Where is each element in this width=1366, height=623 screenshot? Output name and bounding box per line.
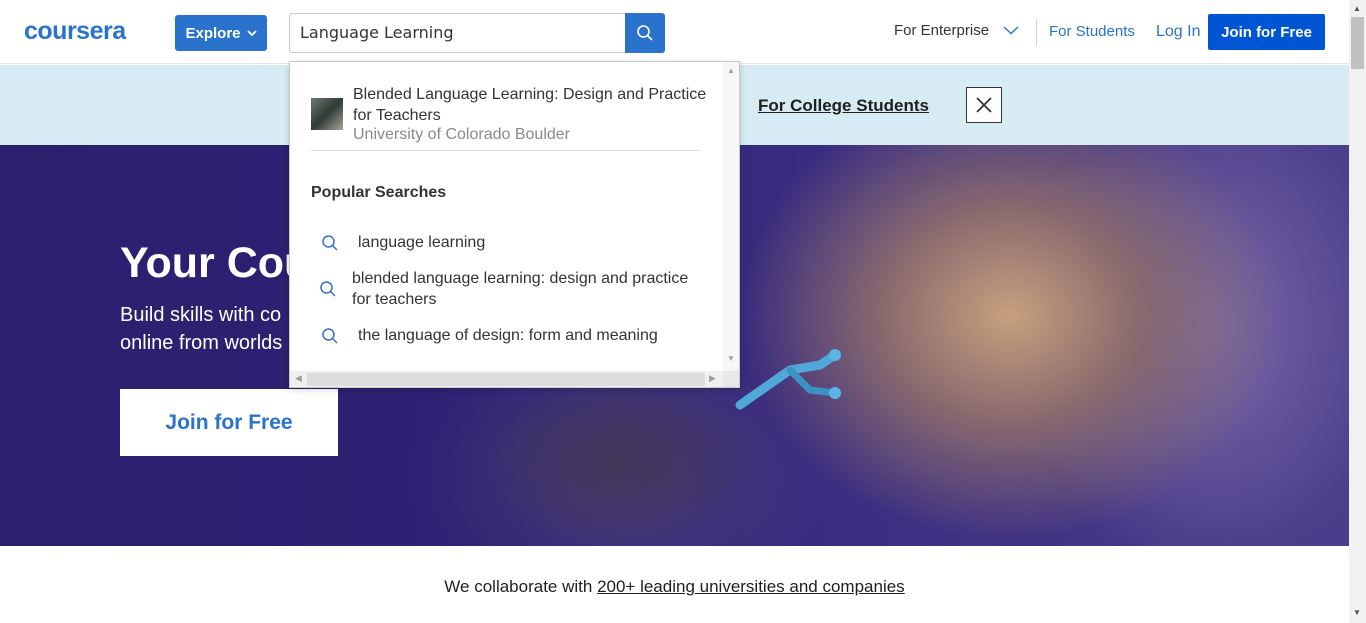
- page: Your Cou Build skills with co online fro…: [0, 0, 1366, 623]
- search-icon: [320, 281, 336, 297]
- collab-prefix: We collaborate with: [444, 577, 598, 596]
- scroll-down-arrow-icon[interactable]: ▼: [727, 354, 735, 363]
- hero-title: Your Cou: [120, 239, 311, 287]
- for-students-link[interactable]: For Students: [1049, 23, 1135, 40]
- search-icon: [322, 328, 338, 344]
- banner-college-link[interactable]: For College Students: [758, 96, 929, 116]
- scroll-up-arrow-icon[interactable]: ▲: [727, 66, 735, 75]
- hero-image-robot-arm: [735, 349, 841, 410]
- dropdown-horizontal-scrollbar[interactable]: ◀ ▶: [290, 371, 723, 387]
- search-button[interactable]: [625, 13, 665, 53]
- close-icon: [976, 97, 992, 113]
- scrollbar-corner: [723, 371, 739, 387]
- course-title: Blended Language Learning: Design and Pr…: [353, 86, 707, 124]
- search-icon: [637, 25, 653, 41]
- collaboration-line: We collaborate with 200+ leading univers…: [0, 577, 1349, 597]
- enterprise-label: For Enterprise: [894, 22, 990, 39]
- enterprise-menu[interactable]: For Enterprise: [894, 22, 1019, 39]
- logo-text: coursera: [24, 18, 127, 44]
- scrollbar-thumb[interactable]: [307, 373, 705, 386]
- popular-search-label: language learning: [358, 234, 486, 251]
- collab-link[interactable]: 200+ leading universities and companies: [597, 577, 905, 596]
- top-nav: coursera Explore Language Learning For E…: [0, 0, 1349, 64]
- hero-subtitle-line-2: online from worlds: [120, 332, 283, 354]
- explore-label: Explore: [185, 24, 241, 42]
- dropdown-divider: [311, 150, 700, 151]
- popular-search-label: blended language learning: design and pr…: [352, 270, 689, 308]
- scroll-right-arrow-icon[interactable]: ▶: [709, 373, 716, 384]
- course-partner: University of Colorado Boulder: [353, 126, 570, 143]
- search-suggestions-dropdown: Blended Language Learning: Design and Pr…: [289, 61, 740, 388]
- search-input[interactable]: Language Learning: [289, 13, 626, 53]
- hero-join-button[interactable]: Join for Free: [120, 389, 338, 456]
- hero-subtitle-line-1: Build skills with co: [120, 304, 282, 326]
- chevron-down-icon: [246, 29, 257, 36]
- banner-close-button[interactable]: [966, 87, 1002, 123]
- page-scrollbar-thumb[interactable]: [1351, 17, 1364, 69]
- popular-searches-heading: Popular Searches: [311, 184, 447, 201]
- dropdown-vertical-scrollbar[interactable]: ▲ ▼: [723, 62, 739, 371]
- popular-search-label: the language of design: form and meaning: [358, 327, 658, 344]
- scroll-down-arrow-icon[interactable]: ▼: [1353, 608, 1361, 617]
- course-thumbnail: [311, 98, 343, 130]
- coursera-logo[interactable]: coursera: [24, 18, 152, 44]
- login-link[interactable]: Log In: [1156, 23, 1200, 41]
- chevron-down-icon: [1003, 26, 1019, 35]
- join-for-free-button[interactable]: Join for Free: [1208, 14, 1325, 50]
- scroll-up-arrow-icon[interactable]: ▲: [1353, 4, 1361, 13]
- search-icon: [322, 235, 338, 251]
- nav-divider: [1036, 19, 1037, 46]
- scroll-left-arrow-icon[interactable]: ◀: [295, 373, 302, 384]
- hero-image-hands: [480, 375, 760, 546]
- explore-button[interactable]: Explore: [175, 15, 267, 51]
- page-scrollbar[interactable]: ▲ ▼: [1349, 0, 1366, 623]
- hero-subtitle: Build skills with co online from worlds: [120, 301, 300, 357]
- suggested-course[interactable]: Blended Language Learning: Design and Pr…: [311, 84, 706, 150]
